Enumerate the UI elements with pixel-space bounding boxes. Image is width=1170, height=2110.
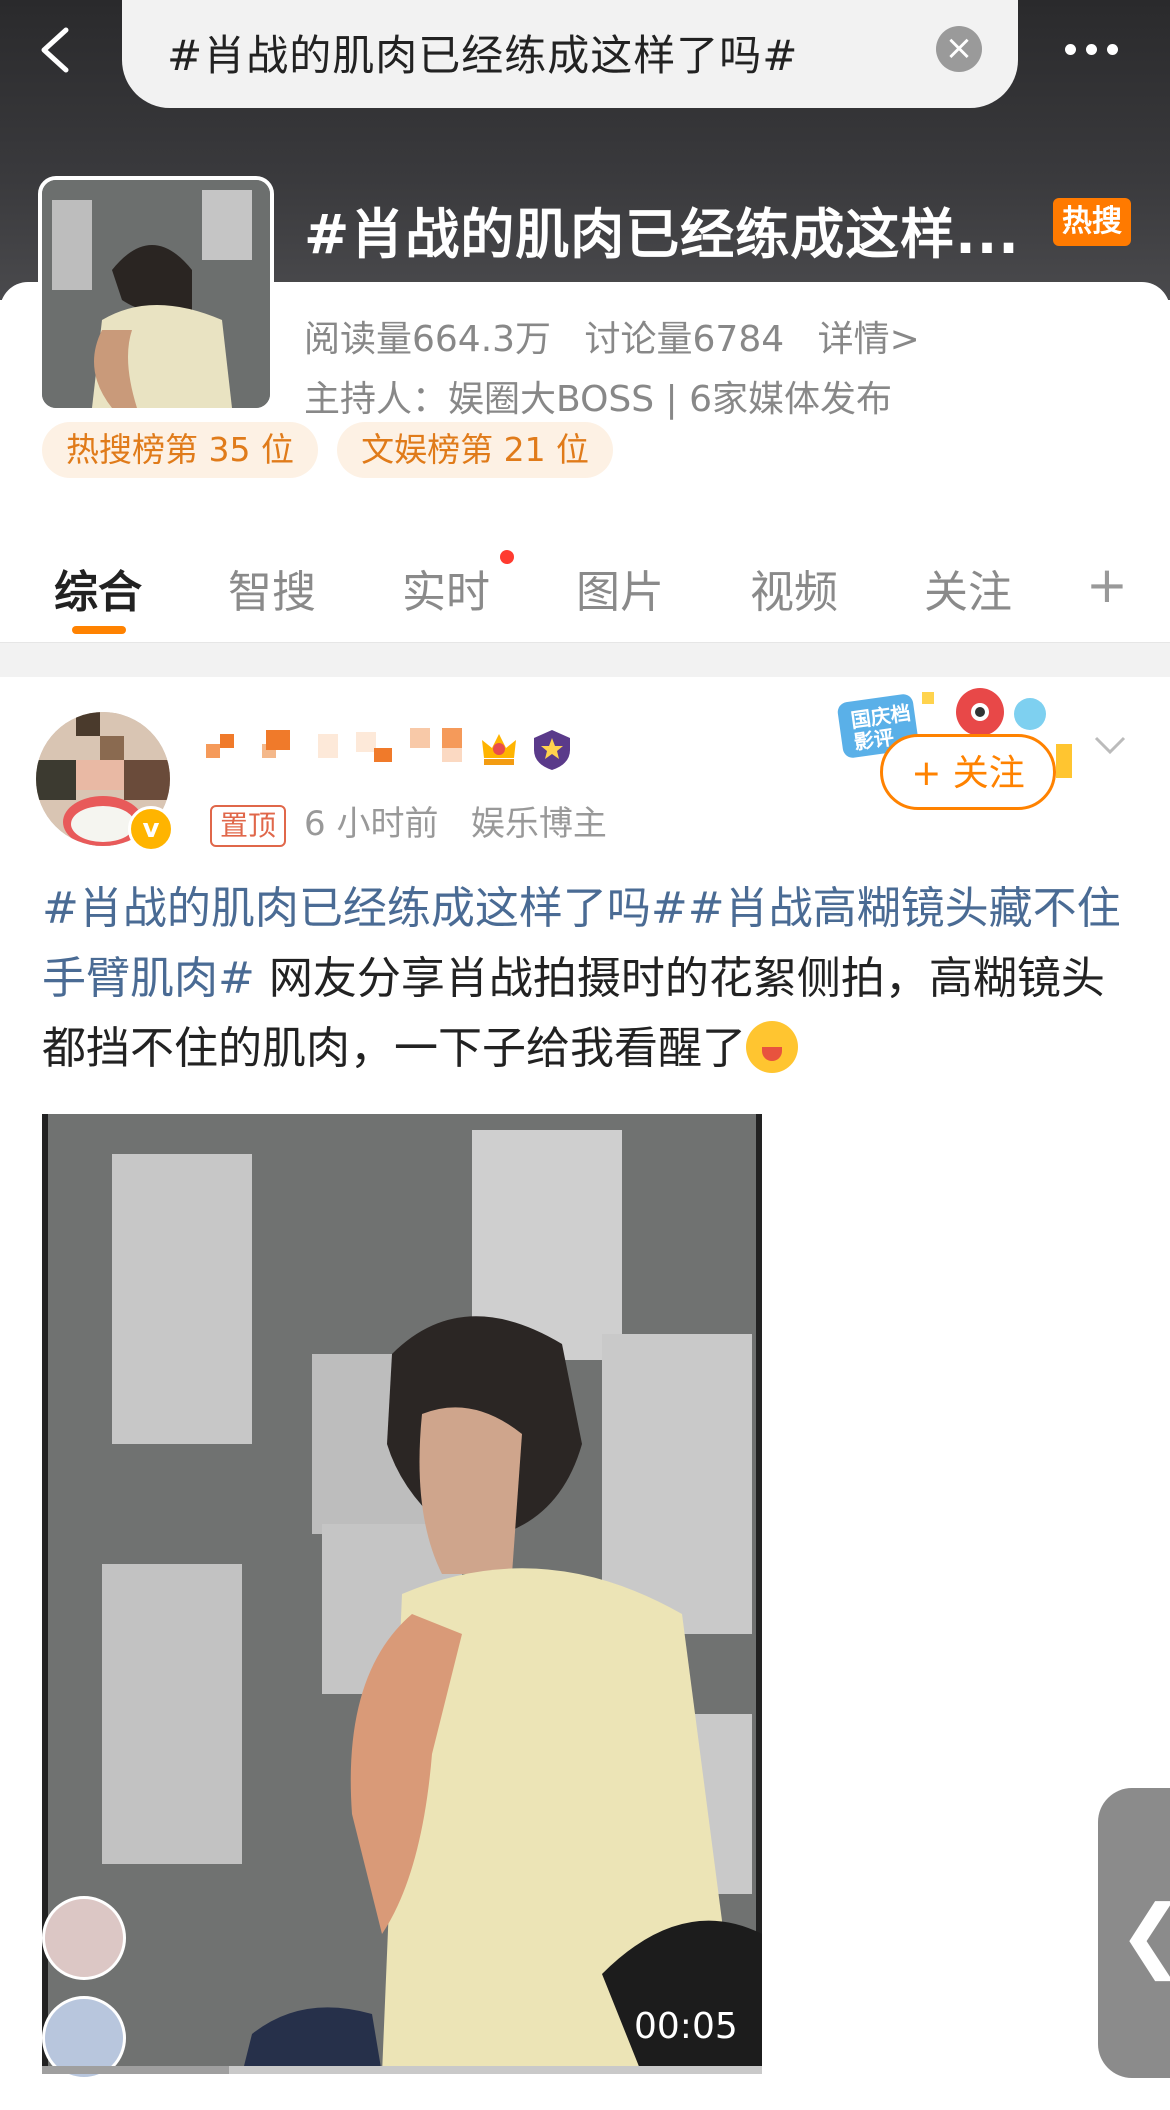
video-duration: 00:05 xyxy=(634,2006,738,2047)
side-drawer-handle[interactable]: ❮ xyxy=(1098,1788,1170,2078)
rank-tags: 热搜榜第 35 位 文娱榜第 21 位 xyxy=(42,422,627,478)
topic-cover-image[interactable] xyxy=(38,176,274,412)
hashtag-link[interactable]: #肖战的肌肉已经练成这样了吗# xyxy=(42,883,688,934)
tab-smart-search[interactable]: 智搜 xyxy=(228,556,316,620)
tab-bar: 综合 智搜 实时 图片 视频 关注 xyxy=(0,542,1170,642)
chevron-left-icon: ❮ xyxy=(1118,1888,1170,1981)
back-arrow-icon[interactable] xyxy=(28,20,88,80)
tab-following[interactable]: 关注 xyxy=(924,556,1012,620)
floating-avatar-1[interactable] xyxy=(42,1896,126,1980)
search-input[interactable]: #肖战的肌肉已经练成这样了吗# × xyxy=(122,0,1018,108)
post-time: 6 小时前 xyxy=(304,804,439,844)
chevron-down-icon[interactable] xyxy=(1090,730,1130,760)
post-meta: 置顶 6 小时前 娱乐博主 xyxy=(210,796,607,847)
topic-host: 主持人：娱圈大BOSS | 6家媒体发布 xyxy=(304,379,893,420)
discussion-count: 讨论量6784 xyxy=(584,319,785,360)
read-count: 阅读量664.3万 xyxy=(304,319,552,360)
add-tab-icon[interactable]: + xyxy=(1086,556,1128,614)
tab-indicator xyxy=(72,626,126,634)
verified-badge-icon: v xyxy=(128,806,174,852)
author-role: 娱乐博主 xyxy=(470,804,607,844)
rank-tag-ent[interactable]: 文娱榜第 21 位 xyxy=(337,422,614,478)
topic-title: #肖战的肌肉已经练成这样... xyxy=(304,203,1020,266)
topic-stats: 阅读量664.3万 讨论量6784 详情> xyxy=(304,310,942,362)
post-body: #肖战的肌肉已经练成这样了吗##肖战高糊镜头藏不住手臂肌肉# 网友分享肖战拍摄时… xyxy=(42,874,1132,1084)
video-progress-bar[interactable] xyxy=(42,2066,762,2074)
tab-realtime[interactable]: 实时 xyxy=(402,556,490,620)
tab-videos[interactable]: 视频 xyxy=(750,556,838,620)
crown-icon xyxy=(482,734,516,765)
username-mosaic[interactable] xyxy=(206,728,576,768)
details-link[interactable]: 详情> xyxy=(818,319,920,360)
search-query: #肖战的肌肉已经练成这样了吗# xyxy=(167,31,799,80)
tab-images[interactable]: 图片 xyxy=(576,556,664,620)
follow-button[interactable]: + 关注 xyxy=(880,734,1056,810)
hot-badge: 热搜 xyxy=(1053,198,1131,246)
pinned-tag: 置顶 xyxy=(210,804,287,847)
realtime-notification-dot xyxy=(500,550,514,564)
emoji-icon xyxy=(746,1021,798,1073)
video-progress-fill xyxy=(42,2066,230,2074)
clear-icon[interactable]: × xyxy=(936,26,982,72)
tab-comprehensive[interactable]: 综合 xyxy=(54,556,142,620)
section-divider xyxy=(0,642,1170,677)
rank-tag-hot[interactable]: 热搜榜第 35 位 xyxy=(42,422,318,478)
more-icon[interactable] xyxy=(1060,22,1130,82)
shield-icon xyxy=(534,730,570,770)
video-player[interactable] xyxy=(42,1114,762,2074)
